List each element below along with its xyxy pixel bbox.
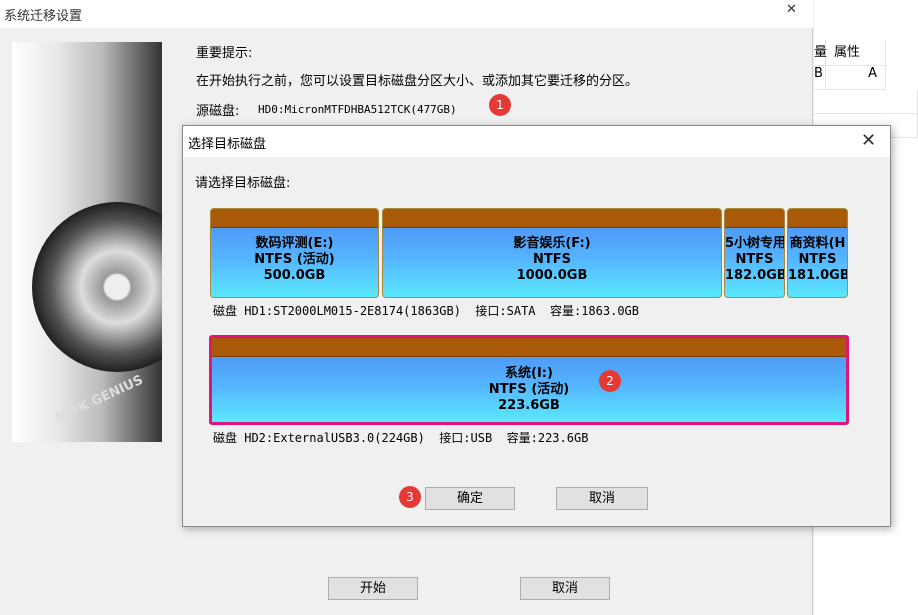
window-title: 系统迁移设置 bbox=[4, 5, 82, 24]
partition-size: 500.0GB bbox=[211, 268, 378, 284]
partition-size: 181.0GB bbox=[788, 268, 847, 284]
step-badge-3: 3 bbox=[399, 486, 421, 508]
partition-h[interactable]: 商资料(HNTFS181.0GB bbox=[787, 208, 848, 298]
partition-size: 182.0GB bbox=[725, 268, 784, 284]
partition-e[interactable]: 数码评测(E:)NTFS (活动)500.0GB bbox=[210, 208, 379, 298]
notice-heading: 重要提示: bbox=[196, 42, 252, 61]
table-header: 量 bbox=[814, 40, 826, 66]
start-button[interactable]: 开始 bbox=[328, 577, 418, 600]
select-target-disk-dialog: 选择目标磁盘 ✕ 请选择目标磁盘: 数码评测(E:)NTFS (活动)500.0… bbox=[182, 125, 891, 527]
dialog-title-bar: 选择目标磁盘 ✕ bbox=[183, 126, 890, 157]
prompt-label: 请选择目标磁盘: bbox=[195, 172, 290, 191]
partition-name: 5小树专用 bbox=[725, 236, 784, 252]
disk1-info: 磁盘 HD1:ST2000LM015-2E8174(1863GB) 接口:SAT… bbox=[213, 302, 639, 319]
title-bar: 系统迁移设置 ✕ bbox=[0, 0, 813, 28]
table-cell: A bbox=[826, 66, 886, 90]
partition-fs: NTFS bbox=[383, 252, 721, 268]
close-icon[interactable]: ✕ bbox=[786, 2, 797, 17]
disk2-selection[interactable]: 系统(I:)NTFS (活动)223.6GB bbox=[209, 335, 849, 425]
step-badge-2: 2 bbox=[599, 370, 621, 392]
partition-fs: NTFS bbox=[788, 252, 847, 268]
table-cell: B bbox=[814, 66, 826, 90]
source-disk-label: 源磁盘: bbox=[196, 100, 239, 119]
disk-genius-image: DISK GENIUS bbox=[12, 42, 162, 442]
partition-size: 1000.0GB bbox=[383, 268, 721, 284]
partition-name: 商资料(H bbox=[788, 236, 847, 252]
partition-name: 影音娱乐(F:) bbox=[383, 236, 721, 252]
disk2-info: 磁盘 HD2:ExternalUSB3.0(224GB) 接口:USB 容量:2… bbox=[213, 429, 588, 446]
table-header-attr: 属性 bbox=[826, 40, 886, 66]
partition-g[interactable]: 5小树专用NTFS182.0GB bbox=[724, 208, 785, 298]
partition-size: 223.6GB bbox=[212, 398, 846, 414]
partition-i[interactable]: 系统(I:)NTFS (活动)223.6GB bbox=[212, 338, 846, 422]
partition-f[interactable]: 影音娱乐(F:)NTFS1000.0GB bbox=[382, 208, 722, 298]
notice-text: 在开始执行之前，您可以设置目标磁盘分区大小、或添加其它要迁移的分区。 bbox=[196, 70, 638, 89]
dialog-title: 选择目标磁盘 bbox=[188, 133, 266, 152]
partition-fs: NTFS (活动) bbox=[211, 252, 378, 268]
step-badge-1: 1 bbox=[489, 94, 511, 116]
partition-name: 数码评测(E:) bbox=[211, 236, 378, 252]
main-cancel-button[interactable]: 取消 bbox=[520, 577, 610, 600]
art-text: DISK GENIUS bbox=[53, 373, 145, 427]
dialog-cancel-button[interactable]: 取消 bbox=[556, 487, 648, 510]
ok-button[interactable]: 确定 bbox=[425, 487, 515, 510]
partition-fs: NTFS (活动) bbox=[212, 382, 846, 398]
dialog-close-icon[interactable]: ✕ bbox=[861, 130, 876, 151]
partition-name: 系统(I:) bbox=[212, 366, 846, 382]
partition-fs: NTFS bbox=[725, 252, 784, 268]
source-disk-value: HD0:MicronMTFDHBA512TCK(477GB) bbox=[258, 103, 457, 116]
